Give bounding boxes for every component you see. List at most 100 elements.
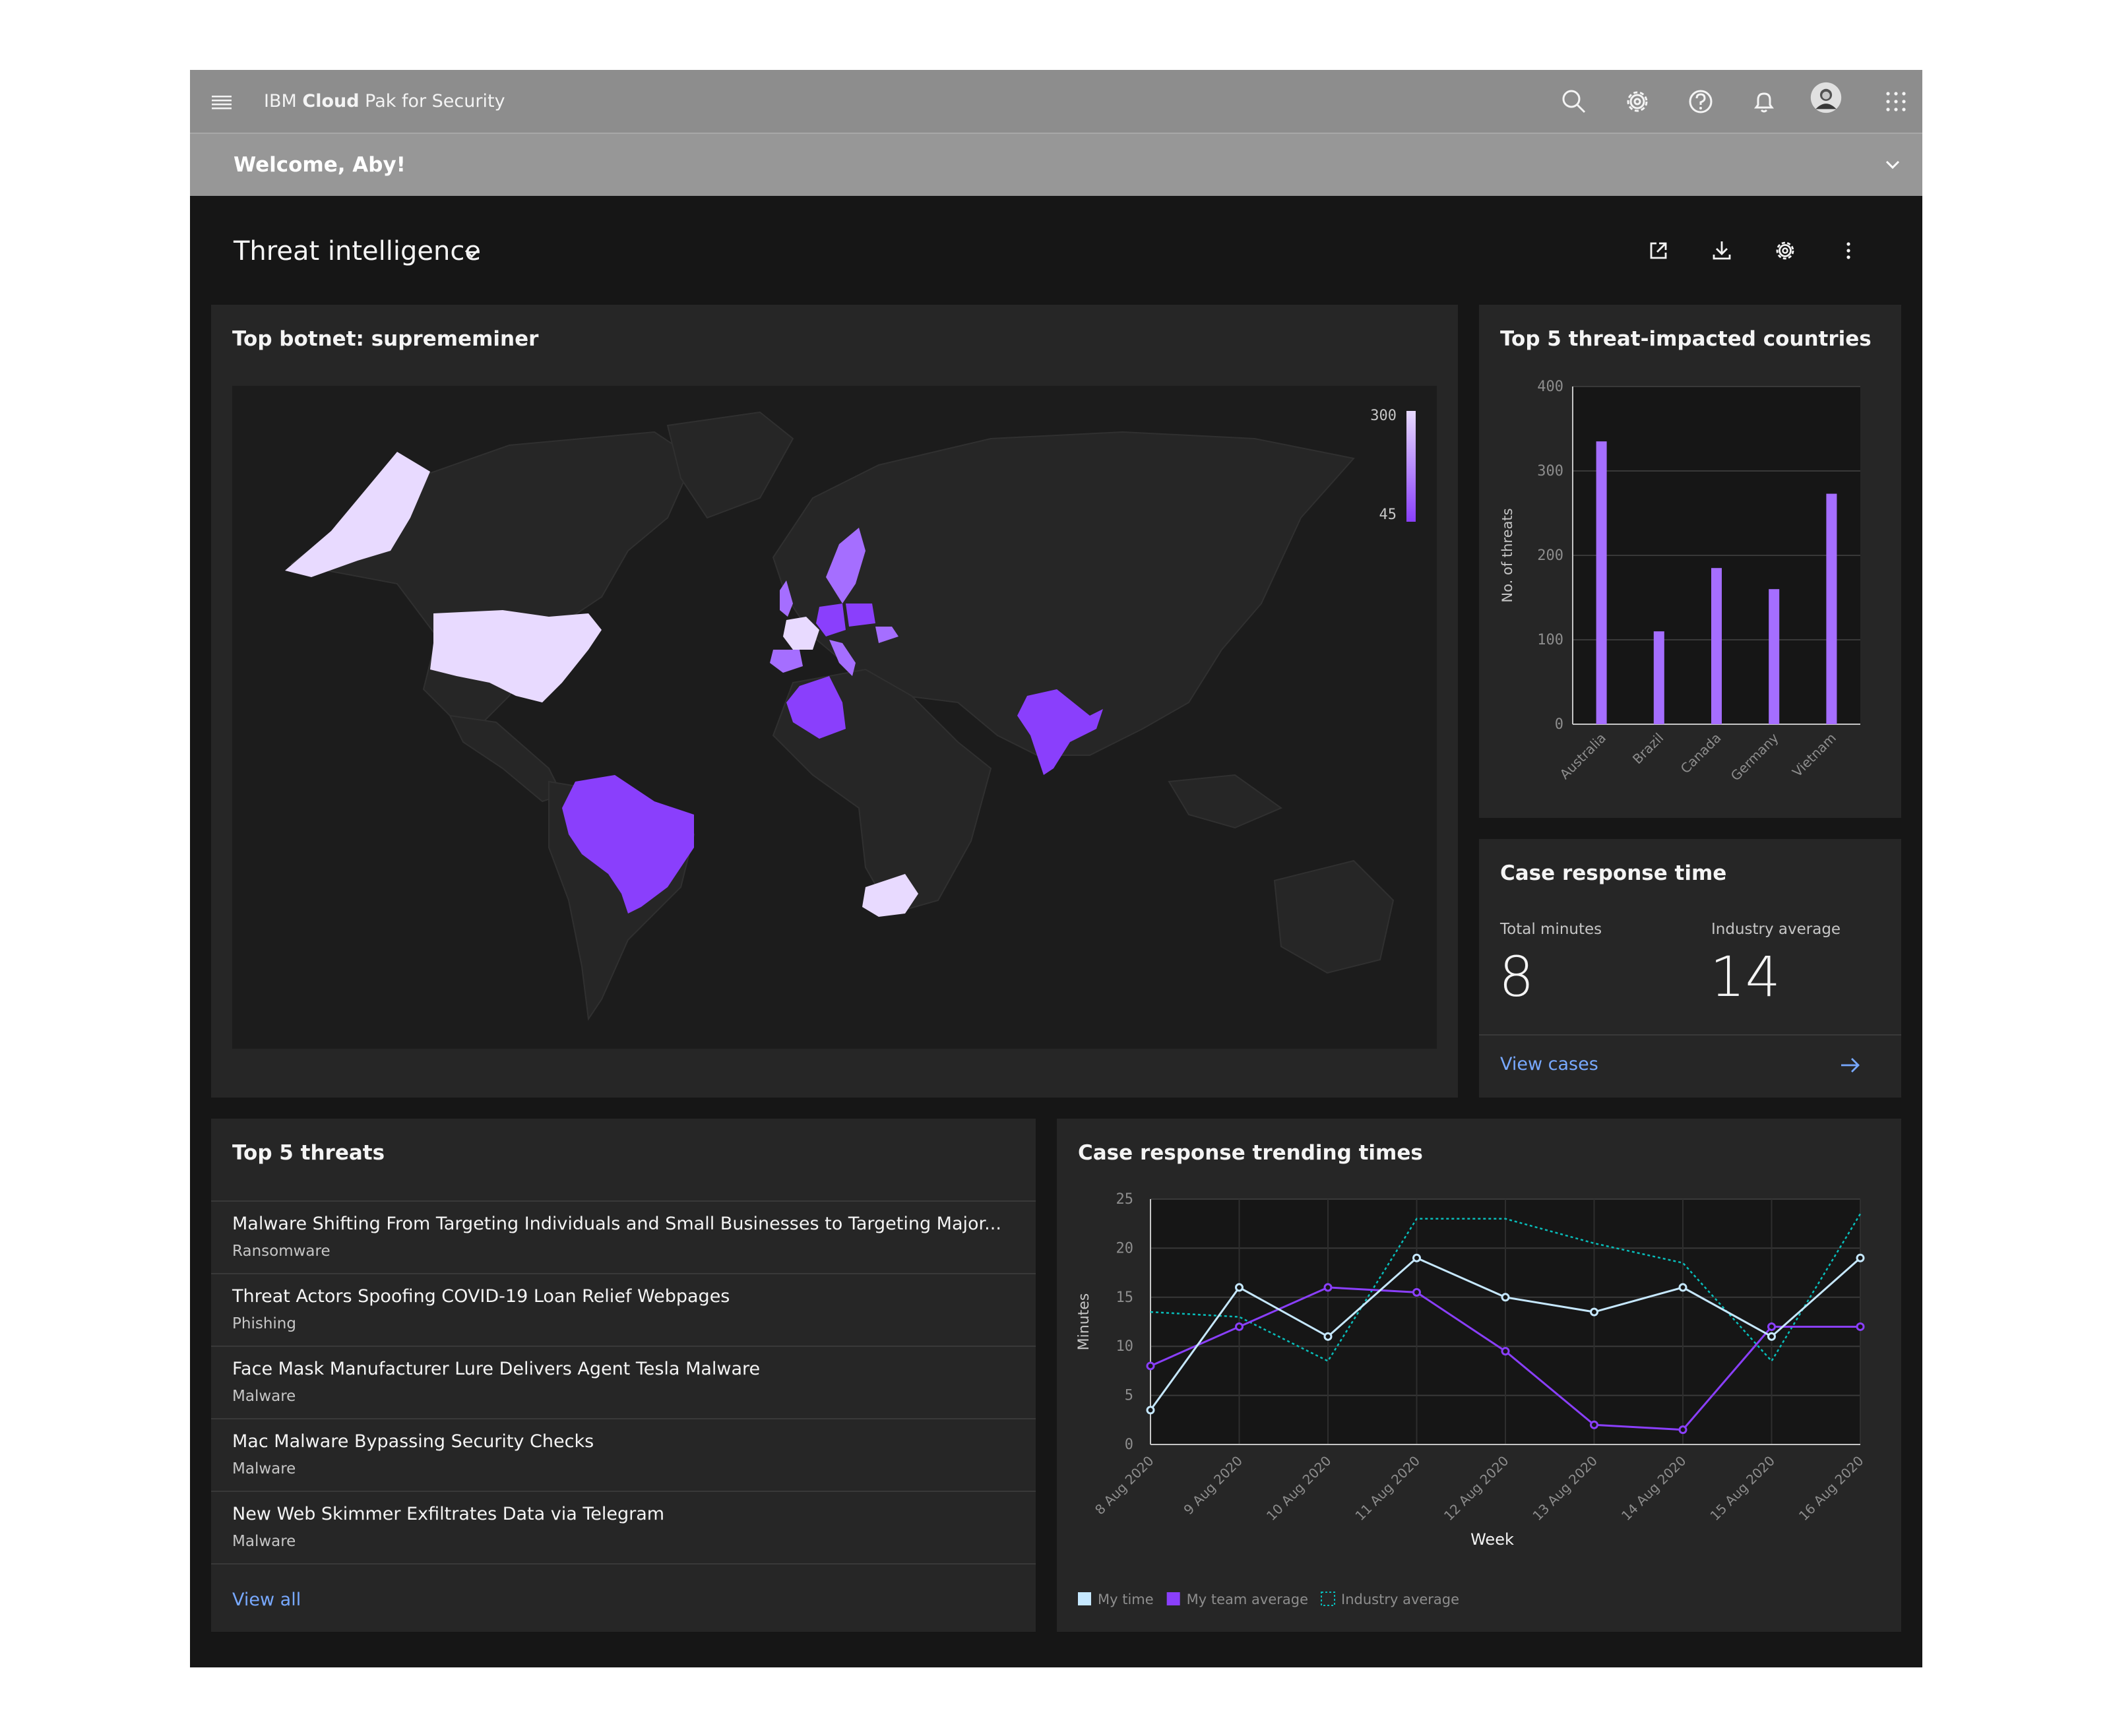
australia-land [1273,859,1395,974]
data-point [1678,1425,1687,1435]
view-all-link[interactable]: View all [232,1590,301,1610]
x-tick-label: 16 Aug 2020 [1796,1453,1867,1524]
data-point [1590,1307,1598,1317]
bar-brazil [1653,631,1664,724]
menu-icon[interactable] [210,90,234,113]
greenland-land [666,411,794,519]
app-window: IBM Cloud Pak for Security Welcome, Aby!… [190,70,1922,1667]
data-point [1412,1253,1421,1262]
chevron-down-icon[interactable] [1883,155,1903,175]
bar-canada [1711,568,1722,724]
x-tick-label: 14 Aug 2020 [1618,1453,1689,1524]
divider [211,1563,1036,1565]
app-switcher-icon[interactable] [1880,86,1912,117]
brand-suffix: Pak for Security [359,91,505,111]
y-axis-label: No. of threats [1499,508,1515,602]
settings-icon[interactable] [1772,237,1798,264]
data-point [1590,1420,1598,1429]
data-point [1678,1283,1687,1292]
search-icon[interactable] [1558,86,1590,117]
legend-min-label: 45 [1379,507,1397,523]
view-cases-link[interactable]: View cases [1500,1054,1598,1074]
map-legend: 300 45 [1370,408,1416,523]
data-point [1767,1322,1776,1331]
bar-chart: 0 100 200 300 400 Australia Brazil Canada German… [1499,379,1860,784]
x-tick-label: 12 Aug 2020 [1441,1453,1512,1524]
data-point [1235,1322,1244,1331]
trend-chart-tile: Case response trending times 0 5 10 15 20 25 8… [1057,1119,1901,1632]
y-tick-label: 10 [1116,1338,1134,1355]
data-point [1501,1347,1510,1356]
bar-australia [1596,441,1607,724]
chevron-down-icon[interactable] [462,244,482,264]
y-tick-label: 20 [1116,1240,1134,1256]
data-point [1856,1253,1865,1262]
data-point [1501,1293,1510,1302]
data-point [1323,1332,1333,1341]
tile-title: Top 5 threats [232,1141,385,1165]
poland[interactable] [846,604,875,627]
brand-bold: Cloud [302,91,360,111]
y-tick-label: 5 [1125,1388,1133,1404]
legend-gradient-bar [1406,411,1416,522]
x-tick-label: 13 Aug 2020 [1529,1453,1600,1524]
threat-title: Threat Actors Spoofing COVID-19 Loan Rel… [232,1286,730,1307]
brand-name[interactable]: IBM Cloud Pak for Security [264,70,505,133]
legend-label: Industry average [1341,1592,1459,1607]
x-tick-label: 11 Aug 2020 [1352,1453,1423,1524]
dashboard-title[interactable]: Threat intelligence [234,236,481,266]
legend-swatch [1078,1592,1091,1605]
welcome-banner[interactable]: Welcome, Aby! [190,133,1922,196]
threat-category: Ransomware [232,1243,331,1260]
x-tick-label: Brazil [1629,730,1666,767]
legend-label: My time [1098,1592,1154,1607]
x-tick-label: 10 Aug 2020 [1263,1453,1335,1524]
user-avatar[interactable] [1810,82,1848,120]
threat-list-item[interactable]: Mac Malware Bypassing Security Checks Ma… [211,1418,1036,1491]
industry-average-label: Industry average [1711,921,1841,938]
bar-germany [1769,589,1780,724]
threat-list-item[interactable]: New Web Skimmer Exfiltrates Data via Tel… [211,1491,1036,1563]
threat-category: Malware [232,1533,296,1550]
legend-swatch [1321,1592,1336,1606]
data-point [1412,1287,1421,1297]
threat-list-item[interactable]: Malware Shifting From Targeting Individu… [211,1200,1036,1273]
brand-prefix: IBM [264,91,303,111]
line-chart: 0 5 10 15 20 25 8 Aug 2020 9 Aug 2020 10 Aug 202… [1076,1191,1867,1607]
threat-list-item[interactable]: Threat Actors Spoofing COVID-19 Loan Rel… [211,1273,1036,1346]
y-tick-label: 0 [1125,1437,1133,1453]
y-tick-label: 400 [1537,379,1563,395]
x-tick-label: Germany [1728,729,1782,784]
download-icon[interactable] [1709,237,1735,264]
data-point [1856,1322,1865,1331]
x-tick-label: Canada [1678,730,1724,777]
arrow-right-icon[interactable] [1839,1055,1862,1075]
bar-vietnam [1826,493,1837,724]
settings-icon[interactable] [1622,86,1653,117]
x-tick-label: 8 Aug 2020 [1092,1453,1157,1518]
tile-title: Top botnet: suprememiner [232,327,539,351]
world-map-svg: 300 45 [285,408,1416,1021]
overflow-menu-icon[interactable] [1835,237,1862,264]
launch-icon[interactable] [1645,237,1672,264]
y-tick-label: 0 [1555,716,1563,733]
data-point [1146,1406,1155,1415]
divider [1479,1034,1901,1036]
data-point [1767,1332,1776,1341]
spain[interactable] [770,650,803,673]
y-tick-label: 100 [1537,632,1563,648]
threat-category: Malware [232,1388,296,1405]
tile-title: Case response time [1500,861,1727,885]
threat-title: Face Mask Manufacturer Lure Delivers Age… [232,1359,761,1379]
notification-icon[interactable] [1748,86,1780,117]
y-tick-label: 300 [1537,463,1563,480]
threat-list-item[interactable]: Face Mask Manufacturer Lure Delivers Age… [211,1346,1036,1418]
world-map[interactable]: 300 45 [232,386,1437,1049]
x-tick-label: Vietnam [1789,730,1839,780]
help-icon[interactable] [1685,86,1717,117]
threats-tile: Top 5 threats Malware Shifting From Targ… [211,1119,1036,1632]
y-tick-label: 25 [1116,1191,1134,1208]
data-point [1146,1361,1155,1371]
x-tick-label: Australia [1557,730,1610,783]
y-tick-label: 200 [1537,547,1563,564]
